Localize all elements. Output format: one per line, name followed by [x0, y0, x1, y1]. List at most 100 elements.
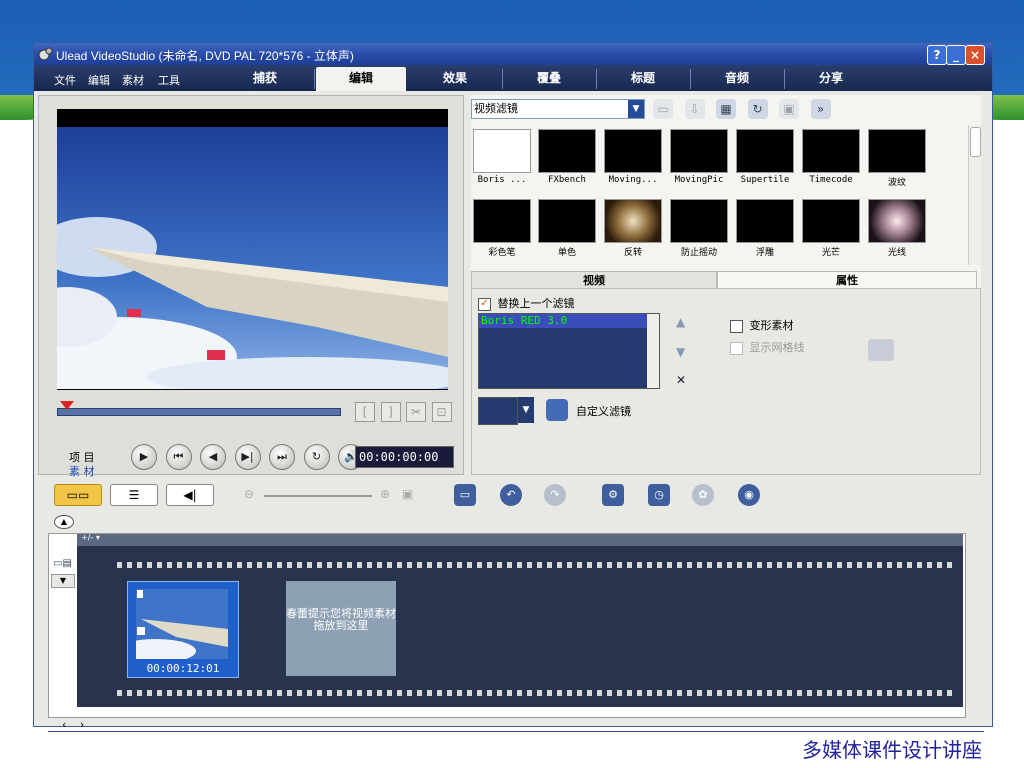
effect-thumb[interactable]: Moving... — [604, 129, 662, 185]
scrub-head-icon[interactable] — [60, 401, 74, 410]
distort-clip-option[interactable]: 变形素材 — [730, 317, 794, 333]
tab-capture[interactable]: 捕获 — [220, 67, 310, 91]
library-scrollbar[interactable] — [968, 125, 981, 265]
custom-filter-icon[interactable] — [546, 399, 568, 421]
effect-thumb[interactable]: 单色 — [538, 199, 596, 258]
chevron-down-icon[interactable]: ▼ — [518, 397, 534, 423]
storyboard-track[interactable]: +/- ▾ 00:00:12:01 春蕾提示您将视频素材拖放到这里 — [77, 533, 963, 707]
help-button[interactable]: ? — [927, 45, 947, 65]
export-icon[interactable]: ▣ — [779, 99, 799, 119]
clip-mode-label[interactable]: 素 材 — [69, 465, 95, 479]
app-window: Ulead VideoStudio (未命名, DVD PAL 720*576 … — [33, 42, 993, 731]
options-tabs: 视频 属性 — [471, 271, 979, 290]
track-dropdown-icon[interactable]: ▼ — [51, 574, 75, 588]
track-marker[interactable]: +/- ▾ — [81, 533, 100, 542]
chevron-down-icon[interactable]: ▼ — [628, 100, 644, 118]
move-down-icon[interactable]: ▼ — [676, 345, 685, 359]
cube-thumbnail-icon — [538, 129, 596, 173]
filter-preset-swatch[interactable] — [478, 397, 518, 425]
effect-thumb[interactable]: MovingPic — [670, 129, 728, 185]
effect-thumb[interactable]: 浮雕 — [736, 199, 794, 258]
tab-overlay[interactable]: 覆叠 — [504, 67, 594, 91]
timecode-thumbnail-icon — [802, 129, 860, 173]
zoom-out-icon[interactable]: ⊖ — [244, 487, 254, 501]
project-mode-label[interactable]: 项 目 — [69, 451, 95, 465]
preview-scrub-bar[interactable] — [57, 408, 341, 416]
effect-thumb[interactable]: 光芒 — [802, 199, 860, 258]
custom-filter-label[interactable]: 自定义滤镜 — [576, 403, 631, 419]
home-button[interactable]: ⏮ — [165, 444, 192, 470]
applied-filter-list[interactable]: Boris RED 3.0 — [478, 313, 660, 389]
title-bar[interactable]: Ulead VideoStudio (未命名, DVD PAL 720*576 … — [34, 43, 992, 65]
effect-thumb[interactable]: 彩色笔 — [473, 199, 531, 258]
grid-options-icon[interactable] — [868, 339, 894, 361]
undo-icon[interactable]: ↶ — [500, 484, 522, 506]
fit-project-icon[interactable]: ▣ — [402, 487, 413, 501]
timecode-display[interactable]: 00:00:00:00 — [355, 446, 454, 468]
checkbox-icon[interactable] — [730, 319, 743, 333]
render-disc-icon[interactable]: ◉ — [738, 484, 760, 506]
end-button[interactable]: ⏭ — [269, 444, 295, 470]
cut-clip-button[interactable]: ✂ — [406, 402, 426, 422]
audio-view-button[interactable]: ◀| — [166, 484, 214, 506]
timeline-clip[interactable]: 00:00:12:01 — [127, 581, 239, 678]
effect-thumb[interactable]: Timecode — [802, 129, 860, 185]
smart-proxy-icon[interactable]: ⚙ — [602, 484, 624, 506]
import-icon[interactable]: ⇩ — [684, 99, 705, 119]
menu-tools[interactable]: 工具 — [158, 72, 180, 88]
library-manager-icon[interactable]: ▦ — [716, 99, 736, 119]
storyboard-view-button[interactable]: ▭▭ — [54, 484, 102, 506]
tab-audio[interactable]: 音频 — [692, 67, 782, 91]
insert-media-icon[interactable]: ▭ — [454, 484, 476, 506]
scrollbar-thumb[interactable] — [970, 127, 981, 157]
collapse-timeline-icon[interactable]: ▲ — [54, 515, 74, 529]
list-scrollbar[interactable] — [647, 314, 659, 388]
play-button[interactable]: ▶ — [131, 444, 157, 470]
close-button[interactable]: × — [965, 45, 985, 65]
zoom-in-icon[interactable]: ⊕ — [380, 487, 390, 501]
enlarge-preview-button[interactable]: ⊡ — [431, 402, 452, 422]
minimize-button[interactable]: _ — [946, 45, 966, 65]
tab-edit[interactable]: 编辑 — [316, 67, 406, 91]
scroll-right-icon[interactable]: › — [80, 718, 84, 731]
mark-out-button[interactable]: ] — [380, 402, 401, 422]
replace-last-filter-option[interactable]: ✓ 替换上一个滤镜 — [478, 295, 575, 311]
move-up-icon[interactable]: ▲ — [676, 315, 685, 329]
tab-share[interactable]: 分享 — [786, 67, 876, 91]
list-item[interactable]: Boris RED 3.0 — [479, 314, 659, 328]
show-grid-option[interactable]: 显示网格线 — [730, 339, 805, 355]
zoom-slider[interactable] — [264, 495, 372, 497]
timeline-view-button[interactable]: ☰ — [110, 484, 158, 506]
menu-clip[interactable]: 素材 — [122, 72, 144, 88]
cube-thumbnail-icon — [473, 199, 531, 243]
library-category-select[interactable]: 视频滤镜 ▼ — [471, 99, 645, 119]
redo-icon[interactable]: ↷ — [544, 484, 566, 506]
tab-title[interactable]: 标题 — [598, 67, 688, 91]
effect-thumb[interactable]: 反转 — [604, 199, 662, 258]
effect-thumb[interactable]: 光线 — [868, 199, 926, 258]
menu-edit[interactable]: 编辑 — [88, 72, 110, 88]
effect-thumb[interactable]: 波纹 — [868, 129, 926, 188]
timeline-toolbar: ▭▭ ☰ ◀| ⊖ ⊕ ▣ ▭ ↶ ↷ ⚙ ◷ ✿ ◉ — [34, 480, 992, 510]
menu-file[interactable]: 文件 — [54, 72, 76, 88]
effect-thumb[interactable]: 防止摇动 — [670, 199, 728, 258]
options-gear-icon[interactable]: ✿ — [692, 484, 714, 506]
folder-icon[interactable]: ▭ — [653, 99, 673, 119]
batch-convert-icon[interactable]: ◷ — [648, 484, 670, 506]
effect-thumb[interactable]: Boris ... — [473, 129, 531, 185]
tab-effect[interactable]: 效果 — [410, 67, 500, 91]
mark-in-button[interactable]: [ — [355, 402, 375, 422]
video-track-icon[interactable]: ▭▤ — [53, 558, 72, 569]
next-frame-button[interactable]: ▶| — [234, 444, 261, 470]
previous-frame-button[interactable]: ◀ — [200, 444, 226, 470]
effect-thumb[interactable]: Supertile — [736, 129, 794, 185]
scroll-left-icon[interactable]: ‹ — [62, 718, 66, 731]
delete-filter-icon[interactable]: ✕ — [676, 373, 686, 387]
repeat-button[interactable]: ↻ — [303, 444, 330, 470]
checkmark-icon[interactable]: ✓ — [478, 297, 491, 311]
checkbox-icon[interactable] — [730, 341, 743, 355]
effect-thumb[interactable]: FXbench — [538, 129, 596, 185]
sort-icon[interactable]: ↻ — [747, 99, 768, 119]
expand-options-icon[interactable]: » — [810, 99, 831, 119]
cube-thumbnail-icon — [868, 129, 926, 173]
